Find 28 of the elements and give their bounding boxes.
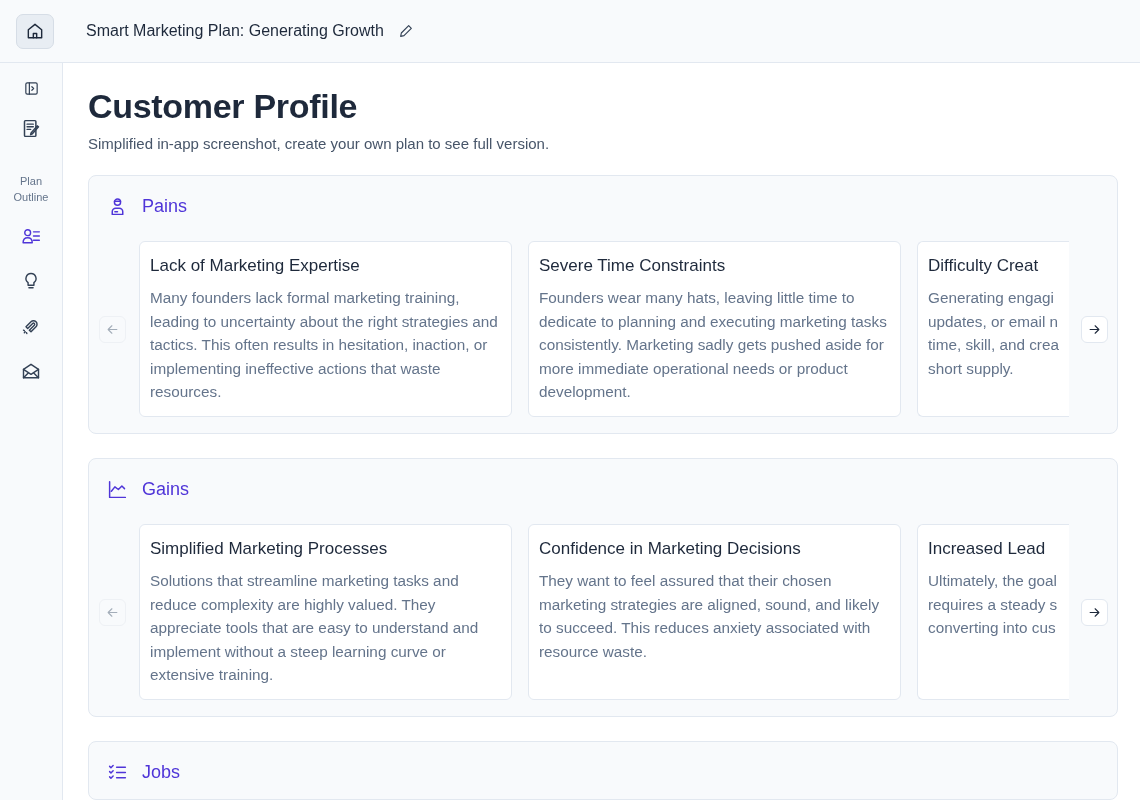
envelope-icon[interactable] <box>21 361 41 381</box>
card-title: Difficulty Creat <box>928 255 1040 277</box>
plan-outline-label: Plan Outline <box>12 174 50 205</box>
edit-icon[interactable] <box>397 23 414 39</box>
card-text: Generating engagi updates, or email n time, skill, and crea short supply. <box>928 288 1059 379</box>
next-button[interactable] <box>1080 315 1108 343</box>
card-text: Founders wear many hats, leaving little time to dedicate to planning and executing marketing tasks consistently. Marketing sadly gets pushed aside for more immediate operational needs or product development. <box>539 288 888 402</box>
plan-title: Smart Marketing Plan: Generating Growth <box>86 22 384 40</box>
card-text: Many founders lack formal marketing training, leading to uncertainty about the right strategies and tactics. This often results in hesitation, inaction, or implementing ineffective actions that waste resources. <box>150 288 499 402</box>
home-icon <box>25 21 45 41</box>
card-title: Lack of Marketing Expertise <box>150 255 361 277</box>
card-text: They want to feel assured that their chosen marketing strategies are aligned, sound, and likely to succeed. This reduces anxiety associated with resource waste. <box>539 571 881 662</box>
line-chart-icon <box>107 479 128 500</box>
section-title: Gains <box>142 479 190 500</box>
card-title: Severe Time Constraints <box>539 255 727 277</box>
home-button[interactable] <box>16 13 54 49</box>
card-title: Simplified Marketing Processes <box>150 538 389 560</box>
section-title: Pains <box>142 196 188 217</box>
card-title: Increased Lead <box>928 538 1047 560</box>
card-title: Confidence in Marketing Decisions <box>539 538 802 560</box>
card-text: Ultimately, the goal requires a steady s converting into cus <box>928 571 1059 638</box>
person-list-icon[interactable] <box>21 226 41 246</box>
page-title: Customer Profile <box>88 86 359 127</box>
section-title: Jobs <box>142 762 181 783</box>
card-text: Solutions that streamline marketing tasks and reduce complexity are highly valued. They appreciate tools that are easy to understand and implement without a steep learning curve or extensive training. <box>150 571 480 685</box>
next-button[interactable] <box>1080 598 1108 626</box>
sidebar-toggle-icon[interactable] <box>22 79 40 97</box>
page-subtitle: Simplified in-app screenshot, create your own plan to see full version. <box>88 135 551 152</box>
